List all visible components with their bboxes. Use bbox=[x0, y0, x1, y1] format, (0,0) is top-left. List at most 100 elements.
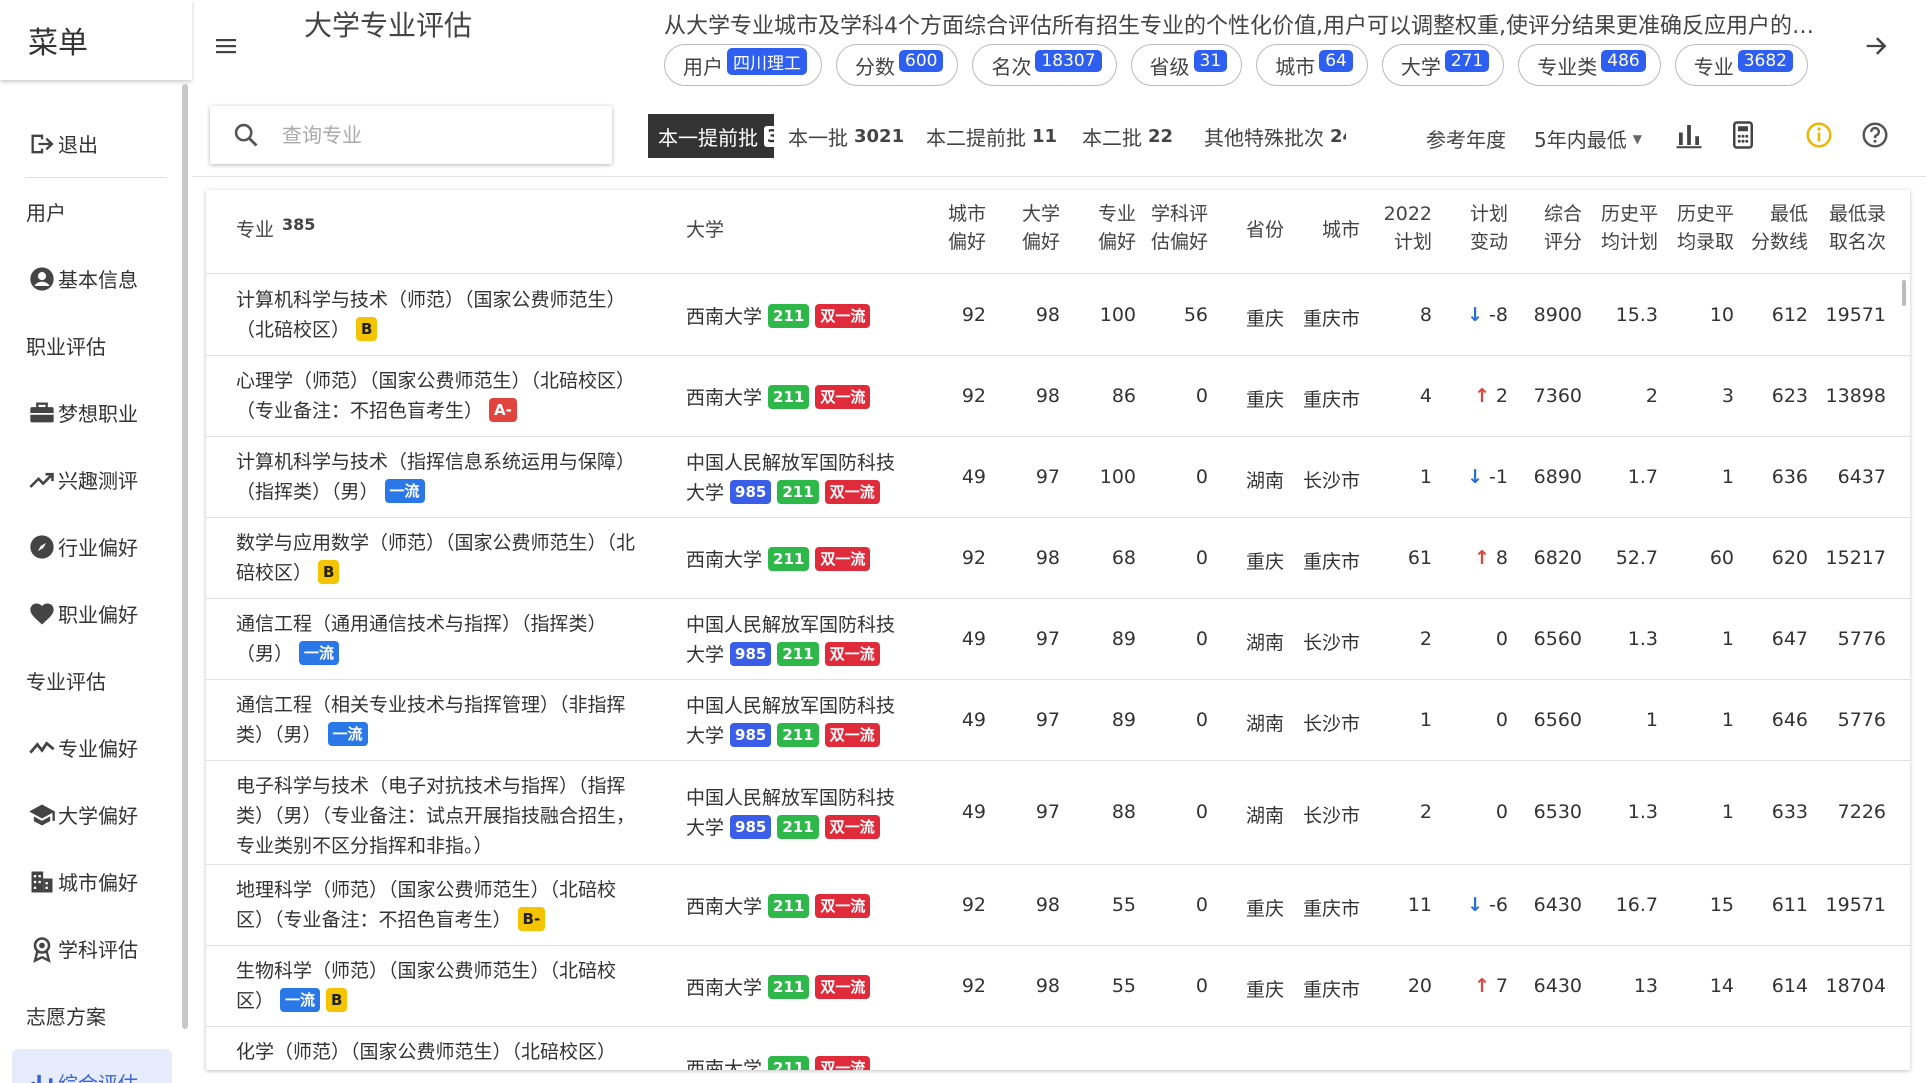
cell-min_rank: 6437 bbox=[1837, 465, 1886, 488]
tag-badge: 985 bbox=[730, 641, 772, 666]
sidebar-item-3: 职业评估 bbox=[0, 312, 180, 379]
batch-count: 3021 bbox=[854, 125, 905, 147]
logout-icon bbox=[26, 128, 58, 160]
tag-badge: 一流 bbox=[384, 479, 425, 503]
chip-label: 分数 bbox=[855, 54, 895, 79]
table-row[interactable]: 计算机科学与技术（指挥信息系统运用与保障） （指挥类）（男） 一流 中国人民解放军国防… bbox=[206, 437, 1910, 518]
hamburger-menu-icon[interactable] bbox=[214, 34, 238, 58]
briefcase-icon bbox=[26, 397, 58, 429]
toolbar-divider bbox=[192, 176, 1926, 177]
major-name: 电子科学与技术（电子对抗技术与指挥）（指挥 类）（男）（专业备注：试点开展指技融合… bbox=[236, 771, 668, 861]
major-line: 通信工程（相关专业技术与指挥管理）（非指挥 bbox=[236, 694, 626, 716]
stat-chip[interactable]: 城市 64 bbox=[1256, 44, 1368, 86]
year-select[interactable]: 5年内最低 ▼ bbox=[1534, 124, 1642, 153]
sidebar-item-4[interactable]: 梦想职业 bbox=[0, 379, 180, 446]
university-line: 中国人民解放军国防科技 bbox=[686, 613, 896, 636]
tag-badge: 985 bbox=[730, 479, 772, 504]
table-row[interactable]: 电子科学与技术（电子对抗技术与指挥）（指挥 类）（男）（专业备注：试点开展指技融合… bbox=[206, 761, 1910, 865]
batch-tabs: 本一提前批 385 本一批 3021 本二提前批 11 本二批 22 其他特殊批次 243 bbox=[648, 114, 1346, 158]
sidebar-item-13: 志愿方案 bbox=[0, 982, 180, 1049]
batch-label: 本二批 bbox=[1082, 125, 1142, 150]
tag-badge: 211 bbox=[768, 974, 810, 999]
tag-badge: 211 bbox=[768, 1055, 810, 1070]
stat-chip[interactable]: 大学 271 bbox=[1381, 44, 1505, 86]
heart-icon bbox=[26, 598, 58, 630]
major-line: 类）（男）（专业备注：试点开展指技融合招生， bbox=[236, 805, 636, 827]
stat-chip[interactable]: 用户 四川理工 bbox=[664, 44, 822, 86]
arrow-right-icon[interactable] bbox=[1862, 32, 1890, 60]
sidebar-item-9[interactable]: 专业偏好 bbox=[0, 714, 180, 781]
sidebar-item-11[interactable]: 城市偏好 bbox=[0, 848, 180, 915]
sidebar-item-2[interactable]: 基本信息 bbox=[0, 245, 180, 312]
table-scrollbar[interactable] bbox=[1902, 280, 1906, 306]
chip-label: 城市 bbox=[1275, 54, 1316, 79]
sidebar-item-7[interactable]: 职业偏好 bbox=[0, 580, 180, 647]
col-header-min_score[interactable]: 最低 分数线 bbox=[1718, 200, 1808, 256]
sidebar-item-label: 兴趣测评 bbox=[58, 469, 138, 493]
tag-badge: 985 bbox=[730, 722, 772, 747]
stat-chip[interactable]: 名次 18307 bbox=[972, 44, 1117, 86]
batch-tab-4[interactable]: 其他特殊批次 243 bbox=[1194, 114, 1346, 158]
sidebar-scrollbar[interactable] bbox=[182, 84, 188, 1029]
sidebar: 菜单 退出 用户 基本信息 职业评估 梦想职业 兴趣测评 行业偏好 职业偏好 专业评估 专业偏好大… bbox=[0, 0, 192, 1083]
col-header-university[interactable]: 大学 bbox=[686, 216, 806, 244]
calculator-icon[interactable] bbox=[1728, 120, 1758, 150]
trending-up-icon bbox=[26, 464, 58, 496]
cell-min_rank: 5776 bbox=[1837, 708, 1886, 731]
tag-badge: 双一流 bbox=[815, 893, 871, 918]
tag-badge: 双一流 bbox=[824, 479, 880, 504]
cell-min_rank: 19571 bbox=[1825, 303, 1886, 326]
col-header-major[interactable]: 专业 385 bbox=[236, 215, 436, 245]
arrow-down-icon: ↓ bbox=[1467, 893, 1484, 916]
sidebar-item-label: 用户 bbox=[26, 201, 66, 225]
tag-badge: 双一流 bbox=[824, 641, 880, 666]
tag-badge: 双一流 bbox=[815, 974, 871, 999]
table-row[interactable]: 通信工程（通用通信技术与指挥）（指挥类） （男） 一流 中国人民解放军国防科技 大学 98… bbox=[206, 599, 1910, 680]
tag-badge: 双一流 bbox=[815, 384, 871, 409]
sidebar-item-0[interactable]: 退出 bbox=[0, 110, 180, 177]
chip-label: 大学 bbox=[1400, 54, 1441, 79]
stat-chip[interactable]: 专业 3682 bbox=[1674, 44, 1808, 86]
table-row[interactable]: 地理科学（师范）（国家公费师范生）（北碚校 区）（专业备注：不招色盲考生） B- 西南… bbox=[206, 865, 1910, 946]
table-row[interactable]: 心理学（师范）（国家公费师范生）（北碚校区） （专业备注：不招色盲考生） A- 西南大… bbox=[206, 356, 1910, 437]
tag-badge: 211 bbox=[777, 479, 819, 504]
sidebar-item-10[interactable]: 大学偏好 bbox=[0, 781, 180, 848]
stat-chip[interactable]: 分数 600 bbox=[836, 44, 959, 86]
sidebar-item-5[interactable]: 兴趣测评 bbox=[0, 446, 180, 513]
university-name: 西南大学 211 双一流 bbox=[686, 1054, 926, 1070]
table-row[interactable]: 生物科学（师范）（国家公费师范生）（北碚校 区） 一流 B 西南大学 211 双一流 92 98… bbox=[206, 946, 1910, 1027]
stat-chip[interactable]: 专业类 486 bbox=[1518, 44, 1661, 86]
sidebar-item-12[interactable]: 学科评估 bbox=[0, 915, 180, 982]
col-header-min_rank[interactable]: 最低录 取名次 bbox=[1796, 200, 1886, 256]
arrow-down-icon: ↓ bbox=[1467, 303, 1484, 326]
tag-badge: 双一流 bbox=[815, 546, 871, 571]
search-input[interactable] bbox=[282, 123, 582, 147]
award-icon bbox=[26, 933, 58, 965]
city-icon bbox=[26, 866, 58, 898]
table-row[interactable]: 计算机科学与技术（师范）（国家公费师范生） （北碚校区） B 西南大学 211 双一流 92… bbox=[206, 275, 1910, 356]
sidebar-item-label: 退出 bbox=[58, 133, 98, 157]
bar-chart-icon[interactable] bbox=[1674, 120, 1704, 150]
table-row[interactable]: 数学与应用数学（师范）（国家公费师范生）（北 碚校区） B 西南大学 211 双一流 92 9… bbox=[206, 518, 1910, 599]
batch-tab-2[interactable]: 本二提前批 11 bbox=[916, 114, 1068, 158]
search-icon bbox=[234, 123, 258, 147]
major-line: 区）（专业备注：不招色盲考生） bbox=[236, 909, 512, 931]
major-line: （北碚校区） bbox=[236, 319, 351, 341]
major-name: 计算机科学与技术（师范）（国家公费师范生） （北碚校区） B bbox=[236, 285, 668, 345]
major-line: 类）（男） bbox=[236, 724, 322, 746]
table-row[interactable]: 化学（师范）（国家公费师范生）（北碚校区） 西南大学 211 双一流 bbox=[206, 1027, 1910, 1070]
major-line: （男） bbox=[236, 643, 294, 665]
stat-chip[interactable]: 省级 31 bbox=[1130, 44, 1243, 86]
batch-tab-3[interactable]: 本二批 22 bbox=[1072, 114, 1190, 158]
batch-tab-0[interactable]: 本一提前批 385 bbox=[648, 114, 774, 158]
sidebar-item-6[interactable]: 行业偏好 bbox=[0, 513, 180, 580]
info-icon[interactable] bbox=[1804, 120, 1834, 150]
sidebar-item-8: 专业评估 bbox=[0, 647, 180, 714]
batch-tab-1[interactable]: 本一批 3021 bbox=[778, 114, 912, 158]
app-description: 从大学专业城市及学科4个方面综合评估所有招生专业的个性化价值,用户可以调整权重,… bbox=[664, 14, 1824, 39]
year-select-value: 5年内最低 bbox=[1534, 128, 1627, 152]
major-name: 通信工程（相关专业技术与指挥管理）（非指挥 类）（男） 一流 bbox=[236, 690, 668, 750]
table-row[interactable]: 通信工程（相关专业技术与指挥管理）（非指挥 类）（男） 一流 中国人民解放军国防科技大… bbox=[206, 680, 1910, 761]
sidebar-item-14[interactable]: 综合评估 bbox=[12, 1049, 172, 1083]
help-icon[interactable] bbox=[1860, 120, 1890, 150]
